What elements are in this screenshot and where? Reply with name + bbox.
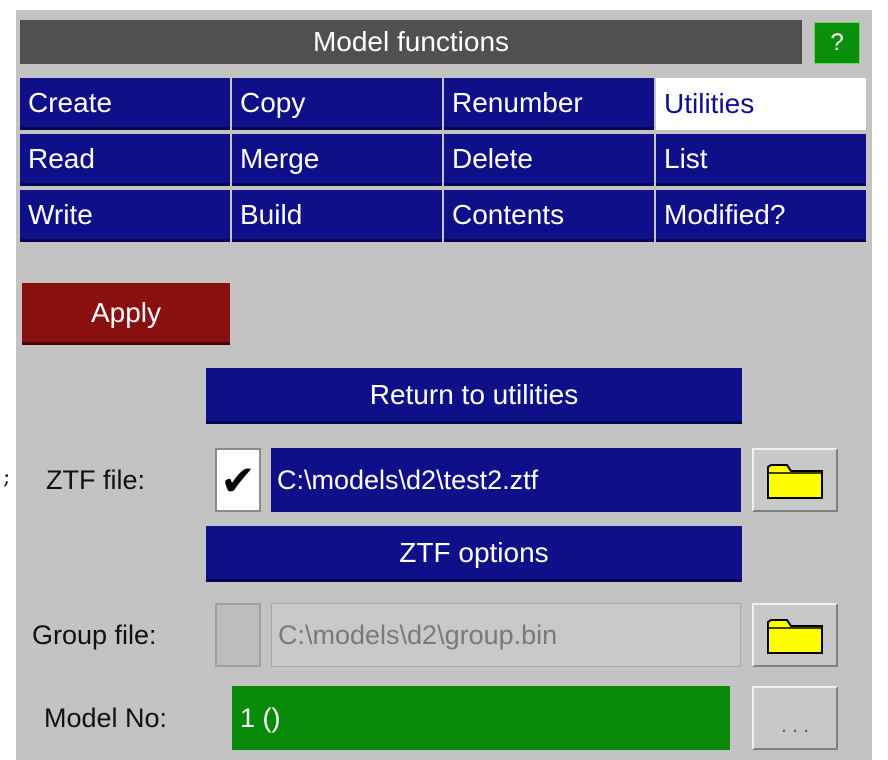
apply-button[interactable]: Apply xyxy=(22,283,230,345)
folder-icon xyxy=(767,619,823,654)
ztf-browse-button[interactable] xyxy=(752,448,838,512)
stray-mark: ; xyxy=(3,465,11,490)
tab-merge[interactable]: Merge xyxy=(232,134,442,186)
group-file-path-input[interactable]: C:\models\d2\group.bin xyxy=(271,603,741,667)
tab-read[interactable]: Read xyxy=(20,134,230,186)
return-to-utilities-button[interactable]: Return to utilities xyxy=(206,368,742,424)
tab-list[interactable]: List xyxy=(656,134,866,186)
group-file-checkbox[interactable] xyxy=(215,603,261,667)
model-more-button[interactable]: . . . xyxy=(752,686,838,750)
tab-write[interactable]: Write xyxy=(20,190,230,242)
ztf-file-label: ZTF file: xyxy=(46,465,145,495)
checkmark-icon: ✔ xyxy=(220,455,256,505)
folder-icon xyxy=(767,464,823,499)
help-button[interactable]: ? xyxy=(814,22,860,64)
tab-modified[interactable]: Modified? xyxy=(656,190,866,242)
model-number-field[interactable]: 1 () xyxy=(232,686,730,750)
tab-contents[interactable]: Contents xyxy=(444,190,654,242)
tab-utilities[interactable]: Utilities xyxy=(656,78,866,130)
tab-create[interactable]: Create xyxy=(20,78,230,130)
model-no-label: Model No: xyxy=(44,703,168,733)
ztf-file-path-input[interactable]: C:\models\d2\test2.ztf xyxy=(271,448,741,512)
tab-copy[interactable]: Copy xyxy=(232,78,442,130)
panel-title: Model functions xyxy=(20,20,802,64)
tab-build[interactable]: Build xyxy=(232,190,442,242)
group-browse-button[interactable] xyxy=(752,603,838,667)
ztf-options-button[interactable]: ZTF options xyxy=(206,526,742,582)
function-tabs: Create Copy Renumber Utilities Read Merg… xyxy=(20,78,866,246)
ztf-file-checkbox[interactable]: ✔ xyxy=(215,448,261,512)
tab-renumber[interactable]: Renumber xyxy=(444,78,654,130)
group-file-label: Group file: xyxy=(32,620,157,650)
tab-delete[interactable]: Delete xyxy=(444,134,654,186)
